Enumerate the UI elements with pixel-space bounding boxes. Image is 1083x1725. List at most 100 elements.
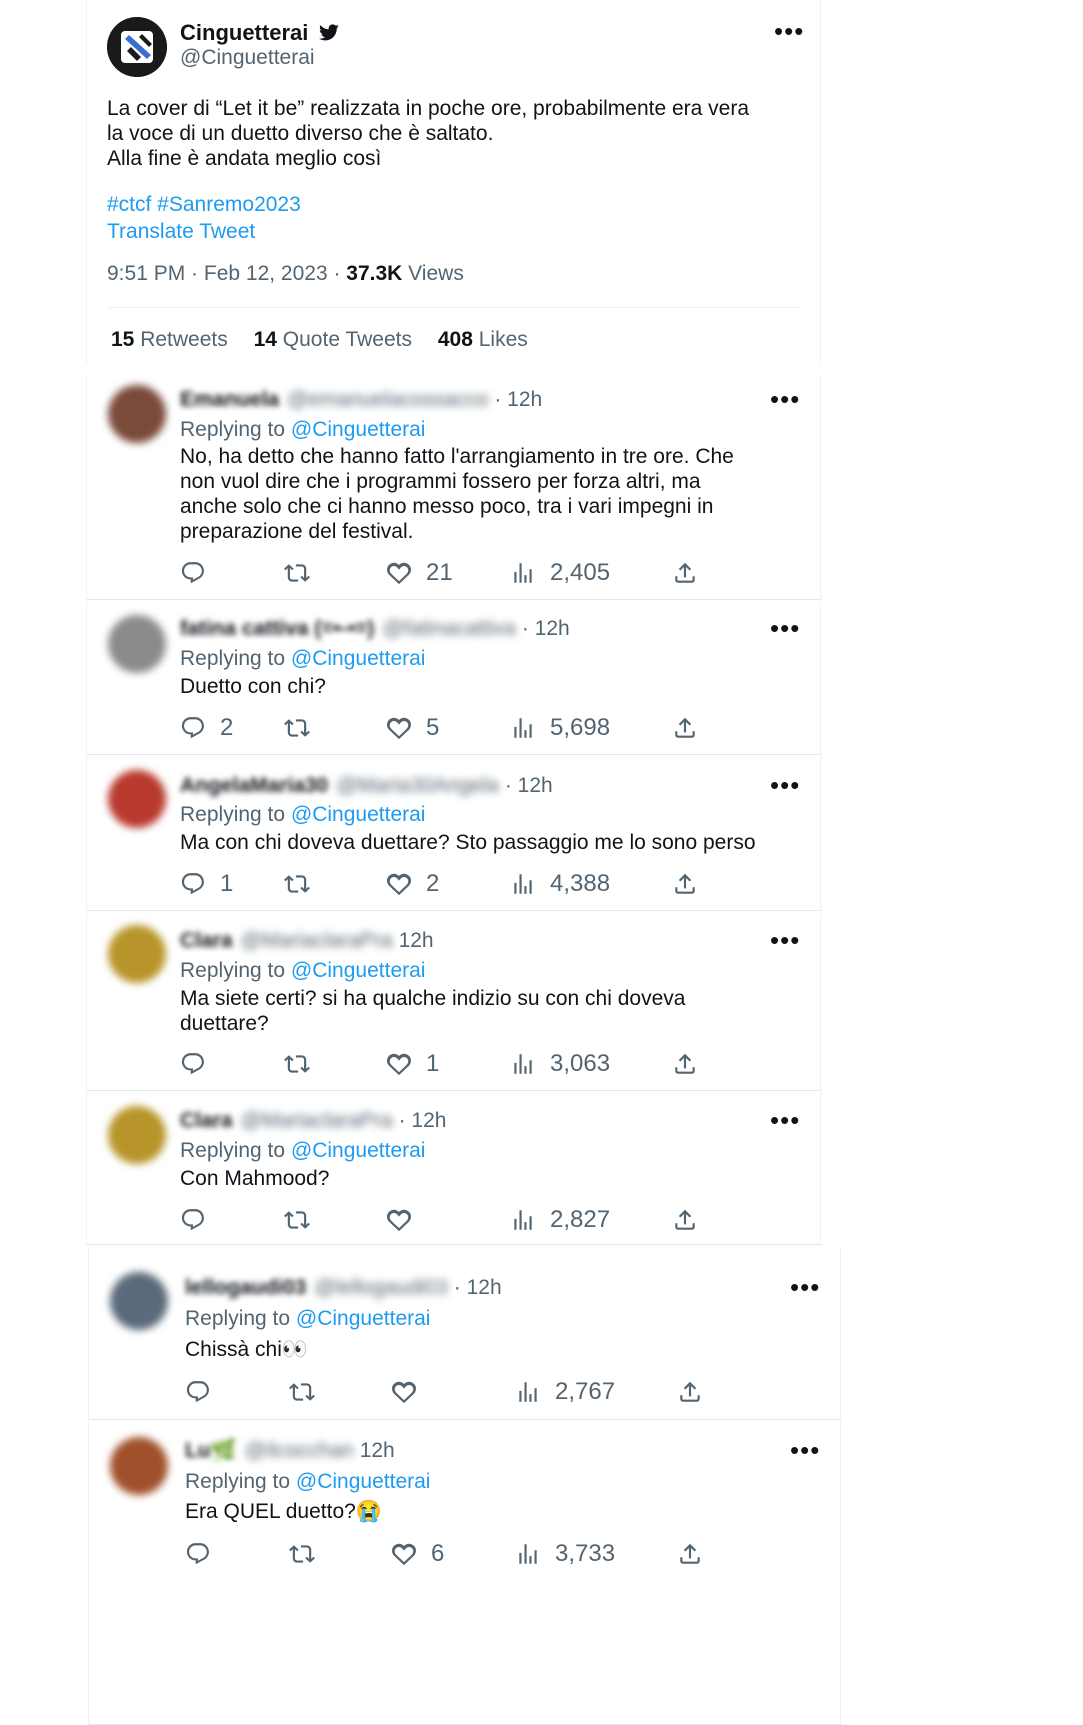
reply-time[interactable]: · 12h <box>522 617 570 641</box>
reply-author-row: Lu🌿 @ilcocchan 12h <box>185 1439 395 1463</box>
replying-to-handle[interactable]: @Cinguetterai <box>291 418 426 441</box>
reply-avatar[interactable] <box>108 385 166 443</box>
reply-author-row: fatina cattiva (=•-•=) @fatinacattiva · 12… <box>180 617 570 641</box>
reply-tweet[interactable]: AngelaMaria30 @Maria30Angela · 12h ••• Reply… <box>86 757 822 911</box>
likes-count: 408 <box>437 328 473 351</box>
reply-text: Era QUEL duetto?😭 <box>185 1499 382 1524</box>
more-options-icon[interactable]: ••• <box>770 386 800 412</box>
engagement-stats: 15 Retweets 14 Quote Tweets 408 Likes <box>111 328 528 352</box>
likes-count: 5 <box>426 714 440 741</box>
retweets-stat[interactable]: 15 Retweets <box>111 328 228 351</box>
reply-author-name[interactable]: Clara <box>180 929 233 953</box>
reply-author-name[interactable]: AngelaMaria30 <box>180 774 328 798</box>
reply-author-name[interactable]: Lu🌿 <box>185 1439 237 1463</box>
views-count: 5,698 <box>550 714 611 741</box>
more-options-icon[interactable]: ••• <box>774 18 804 44</box>
author-avatar[interactable] <box>107 17 167 77</box>
likes-count: 2 <box>426 870 440 897</box>
views-icon <box>510 1051 536 1077</box>
reply-text-line: Era QUEL duetto?😭 <box>185 1500 382 1523</box>
replies-count: 2 <box>220 714 234 741</box>
replying-to-label: Replying to <box>180 418 291 441</box>
more-options-icon[interactable]: ••• <box>770 615 800 641</box>
reply-avatar[interactable] <box>108 615 166 673</box>
replying-to-label: Replying to <box>180 959 291 982</box>
views-icon <box>515 1379 541 1405</box>
translate-tweet-link[interactable]: Translate Tweet <box>107 220 255 244</box>
reply-tweet[interactable]: Lu🌿 @ilcocchan 12h ••• Replying to @Cinguett… <box>88 1422 842 1725</box>
reply-author-name[interactable]: Clara <box>180 1109 233 1133</box>
reply-author-handle[interactable]: @ilcocchan <box>245 1439 354 1463</box>
views-icon <box>515 1541 541 1567</box>
share-icon <box>672 871 698 897</box>
timestamp-text[interactable]: 9:51 PM · Feb 12, 2023 · <box>107 262 346 285</box>
main-tweet: Cinguetterai @Cinguetterai ••• La cover … <box>86 0 822 365</box>
replying-to-handle[interactable]: @Cinguetterai <box>291 803 426 826</box>
reply-avatar[interactable] <box>110 1272 168 1330</box>
more-options-icon[interactable]: ••• <box>770 927 800 953</box>
reply-tweet[interactable]: Emanuela @emanuelacossacco · 12h ••• Replyin… <box>86 375 822 600</box>
reply-tweet[interactable]: Clara @MariaclaraPra 12h ••• Replying to @Ci… <box>86 913 822 1091</box>
reply-author-name[interactable]: fatina cattiva (=•-•=) <box>180 617 374 641</box>
reply-avatar[interactable] <box>110 1437 168 1495</box>
reply-author-name[interactable]: lellogaudi03 <box>185 1276 306 1300</box>
reply-time[interactable]: · 12h <box>454 1276 502 1300</box>
tweet-timestamp[interactable]: 9:51 PM · Feb 12, 2023 · 37.3K Views <box>107 262 464 286</box>
reply-author-handle[interactable]: @lellogaudi03 <box>314 1276 447 1300</box>
replying-to-handle[interactable]: @Cinguetterai <box>291 959 426 982</box>
reply-time[interactable]: 12h <box>360 1439 395 1463</box>
reply-author-handle[interactable]: @fatinacattiva <box>382 617 515 641</box>
like-icon <box>391 1379 417 1405</box>
reply-icon <box>180 715 206 741</box>
more-options-icon[interactable]: ••• <box>770 1107 800 1133</box>
more-options-icon[interactable]: ••• <box>790 1274 820 1300</box>
likes-count: 21 <box>426 559 453 586</box>
retweets-count: 15 <box>111 328 135 351</box>
more-options-icon[interactable]: ••• <box>790 1437 820 1463</box>
like-icon <box>386 715 412 741</box>
replying-to-handle[interactable]: @Cinguetterai <box>296 1307 431 1330</box>
replying-to-label: Replying to <box>180 1139 291 1162</box>
reply-author-row: Clara @MariaclaraPra · 12h <box>180 1109 446 1133</box>
reply-tweet[interactable]: fatina cattiva (=•-•=) @fatinacattiva · 12… <box>86 602 822 755</box>
likes-label: Likes <box>478 328 528 351</box>
share-icon <box>672 1207 698 1233</box>
reply-avatar[interactable] <box>108 925 166 983</box>
author-name[interactable]: Cinguetterai <box>180 20 340 48</box>
author-handle[interactable]: @Cinguetterai <box>180 46 315 70</box>
replying-to-handle[interactable]: @Cinguetterai <box>296 1470 431 1493</box>
reply-author-row: Clara @MariaclaraPra 12h <box>180 929 434 953</box>
quotes-stat[interactable]: 14 Quote Tweets <box>254 328 412 351</box>
replying-to-label: Replying to <box>180 647 291 670</box>
reply-author-handle[interactable]: @MariaclaraPra <box>241 1109 393 1133</box>
reply-avatar[interactable] <box>108 1106 166 1164</box>
like-icon <box>386 560 412 586</box>
reply-time[interactable]: · 12h <box>494 388 542 412</box>
views-count: 2,767 <box>555 1378 616 1405</box>
views-icon <box>510 1207 536 1233</box>
reply-text-line: Con Mahmood? <box>180 1167 330 1190</box>
views-count: 2,827 <box>550 1206 611 1233</box>
author-name-text[interactable]: Cinguetterai <box>180 20 308 45</box>
reply-tweet[interactable]: Clara @MariaclaraPra · 12h ••• Replying to @… <box>86 1093 822 1245</box>
reply-time[interactable]: · 12h <box>505 774 553 798</box>
more-options-icon[interactable]: ••• <box>770 772 800 798</box>
likes-stat[interactable]: 408 Likes <box>438 328 528 351</box>
reply-author-handle[interactable]: @MariaclaraPra <box>241 929 393 953</box>
reply-time[interactable]: 12h <box>399 929 434 953</box>
reply-author-handle[interactable]: @emanuelacossacco <box>287 388 488 412</box>
reply-tweet[interactable]: lellogaudi03 @lellogaudi03 · 12h ••• Replyin… <box>88 1247 842 1420</box>
views-icon <box>510 871 536 897</box>
reply-time[interactable]: · 12h <box>399 1109 447 1133</box>
views-icon <box>510 715 536 741</box>
reply-icon <box>185 1541 211 1567</box>
reply-author-handle[interactable]: @Maria30Angela <box>336 774 499 798</box>
views-count: 3,733 <box>555 1540 616 1567</box>
reply-author-name[interactable]: Emanuela <box>180 388 279 412</box>
reply-author-row: lellogaudi03 @lellogaudi03 · 12h <box>185 1276 502 1300</box>
hashtags[interactable]: #ctcf #Sanremo2023 <box>107 193 301 217</box>
views-count: 3,063 <box>550 1050 611 1077</box>
replying-to-handle[interactable]: @Cinguetterai <box>291 647 426 670</box>
replying-to-handle[interactable]: @Cinguetterai <box>291 1139 426 1162</box>
reply-avatar[interactable] <box>108 770 166 828</box>
